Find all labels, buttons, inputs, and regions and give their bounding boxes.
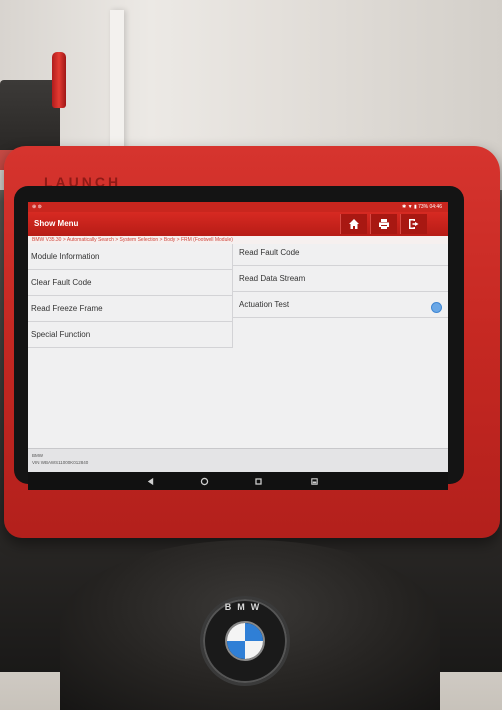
status-bar: ⊕ ⊚ ✱ ▼ ▮ 73% 04:46 (28, 202, 448, 212)
menu-item-read-fault-code[interactable]: Read Fault Code (233, 240, 448, 266)
logo-quadrant (245, 641, 263, 659)
print-button[interactable] (370, 214, 397, 234)
android-nav-bar (28, 472, 448, 490)
menu-item-actuation-test[interactable]: Actuation Test (233, 292, 448, 318)
home-nav-button[interactable] (198, 475, 210, 487)
logo-quadrant (227, 641, 245, 659)
logo-quadrant (227, 623, 245, 641)
status-left: ⊕ ⊚ (32, 204, 42, 210)
door-frame (110, 10, 124, 160)
menu-item-module-information[interactable]: Module Information (28, 244, 233, 270)
exit-button[interactable] (400, 214, 427, 234)
screenshot-icon (310, 477, 318, 485)
car-logo-roundel (225, 621, 265, 661)
scroll-indicator-icon[interactable] (431, 302, 442, 313)
status-right: ✱ ▼ ▮ 73% 04:46 (402, 204, 442, 210)
exit-icon (409, 219, 419, 229)
back-nav-button[interactable] (144, 475, 156, 487)
screenshot-button[interactable] (308, 475, 320, 487)
recent-apps-button[interactable] (252, 475, 264, 487)
car-logo: BMW (200, 596, 290, 686)
home-nav-icon (200, 477, 208, 485)
vehicle-vin: VIN WBAWS11000K012840 (32, 460, 89, 465)
recent-apps-icon (254, 477, 262, 485)
home-icon (349, 219, 359, 229)
menu-item-special-function[interactable]: Special Function (28, 322, 233, 348)
menu-item-clear-fault-code[interactable]: Clear Fault Code (28, 270, 233, 296)
car-logo-text: BMW (224, 602, 266, 612)
app-screen: ⊕ ⊚ ✱ ▼ ▮ 73% 04:46 Show Menu BMW V35.30… (28, 202, 448, 472)
menu-item-read-data-stream[interactable]: Read Data Stream (233, 266, 448, 292)
vehicle-info-footer: BMW VIN WBAWS11000K012840 (28, 448, 448, 472)
fire-extinguisher (52, 52, 66, 108)
menu-item-read-freeze-frame[interactable]: Read Freeze Frame (28, 296, 233, 322)
back-nav-icon (147, 477, 153, 485)
vehicle-make: BMW (32, 453, 43, 458)
app-header: Show Menu (28, 212, 448, 236)
logo-quadrant (245, 623, 263, 641)
print-icon (379, 219, 389, 229)
page-title: Show Menu (34, 219, 79, 228)
home-button[interactable] (340, 214, 367, 234)
diagnostic-tablet: LAUNCH ⊕ ⊚ ✱ ▼ ▮ 73% 04:46 Show Menu BMW… (4, 146, 500, 538)
